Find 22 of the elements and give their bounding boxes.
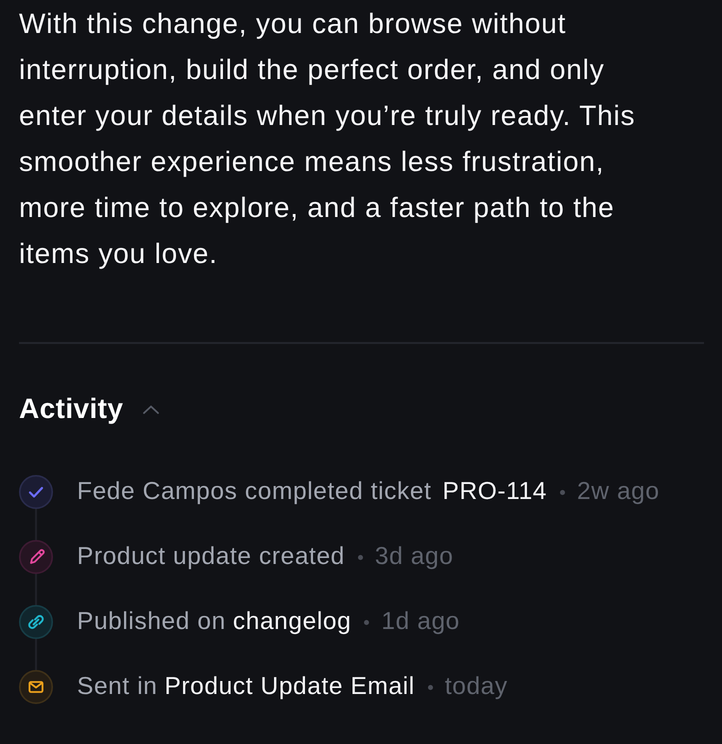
activity-text: Fede Campos completed ticket (77, 478, 432, 506)
timestamp: 2w ago (577, 478, 660, 506)
separator-dot-icon (364, 620, 370, 624)
envelope-icon (19, 670, 53, 704)
activity-text: Product update created (77, 543, 345, 571)
timestamp: 3d ago (374, 543, 454, 571)
collapse-caret-icon[interactable] (143, 405, 160, 415)
activity-heading: Activity (19, 392, 124, 426)
separator-dot-icon (560, 490, 566, 494)
activity-text: Published on (77, 608, 226, 636)
timestamp: 1d ago (381, 608, 460, 636)
link-icon (19, 605, 53, 639)
ticket-link[interactable]: PRO-114 (442, 478, 548, 506)
activity-text: Sent in (77, 673, 158, 701)
activity-link[interactable]: changelog (232, 608, 352, 636)
separator-dot-icon (358, 554, 363, 560)
check-icon (19, 475, 53, 509)
timestamp: today (444, 673, 508, 701)
description-paragraph: With this change, you can browse without interruption, build the perfect order, and only enter your details when you’re truly ready. This smoother experience means less frustration, more time to explore, and a faster path to the items you love. (19, 7, 636, 271)
pencil-icon (19, 540, 53, 574)
separator-dot-icon (428, 684, 433, 690)
activity-link[interactable]: Product Update Email (164, 673, 415, 701)
